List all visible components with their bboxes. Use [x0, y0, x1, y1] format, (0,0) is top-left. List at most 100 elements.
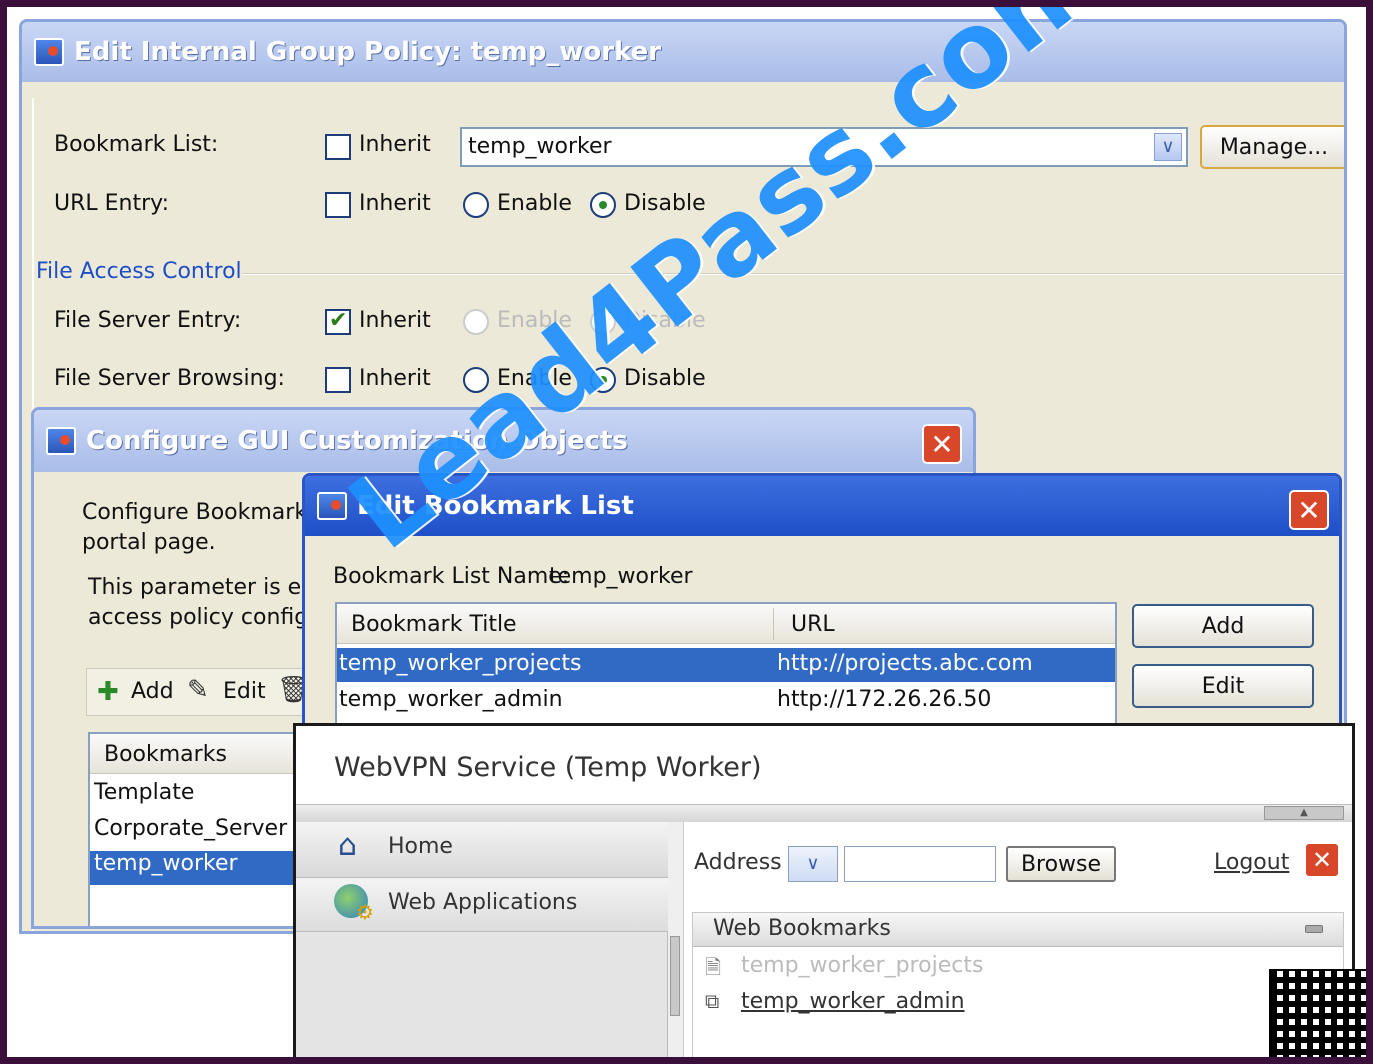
edit-bookmark-window: Edit Bookmark List ✕ Bookmark List Name:…: [302, 473, 1342, 728]
address-dropdown[interactable]: ∨: [788, 846, 838, 882]
gui-custom-desc-line1: Configure Bookmark L: [82, 500, 327, 525]
file-server-entry-enable-radio[interactable]: [463, 309, 489, 335]
url-entry-enable-label: Enable: [497, 191, 572, 216]
bookmark-table-row[interactable]: temp_worker_projects http://projects.abc…: [337, 648, 1115, 682]
web-bookmark-link[interactable]: temp_worker_projects: [741, 953, 983, 978]
screenshot-frame: Edit Internal Group Policy: temp_worker …: [0, 0, 1373, 1064]
file-server-browsing-enable-radio[interactable]: [463, 367, 489, 393]
col-url[interactable]: URL: [791, 612, 835, 637]
file-server-entry-enable-label: Enable: [497, 308, 572, 333]
edit-bookmark-title: Edit Bookmark List: [357, 491, 634, 521]
gui-custom-desc-line4: access policy configu: [88, 605, 323, 630]
web-bookmarks-header: Web Bookmarks: [693, 913, 1343, 947]
group-policy-titlebar[interactable]: Edit Internal Group Policy: temp_worker: [22, 22, 1344, 82]
nav-item-web-apps[interactable]: ⚙ Web Applications: [296, 878, 668, 932]
file-access-section-title: File Access Control: [36, 259, 242, 284]
add-icon[interactable]: ✚: [97, 677, 119, 707]
gui-custom-add-label[interactable]: Add: [131, 679, 174, 704]
col-divider: [773, 608, 774, 640]
gui-custom-toolbar: ✚ Add ✎ Edit 🗑: [86, 668, 316, 716]
gui-custom-titlebar[interactable]: Configure GUI Customization Objects: [34, 410, 973, 472]
gui-custom-title: Configure GUI Customization Objects: [86, 426, 628, 456]
url-entry-inherit-checkbox[interactable]: [325, 192, 351, 218]
bookmark-list-inherit-checkbox[interactable]: [325, 134, 351, 160]
bookmark-list-inherit-label: Inherit: [359, 132, 431, 157]
file-server-browsing-disable-radio[interactable]: [590, 367, 616, 393]
bookmark-list-value: temp_worker: [468, 134, 612, 159]
edit-bookmark-close-button[interactable]: ✕: [1289, 490, 1329, 530]
collapse-icon[interactable]: ▲: [1264, 806, 1344, 820]
url-entry-enable-radio[interactable]: [463, 192, 489, 218]
bookmark-table-row[interactable]: temp_worker_admin http://172.26.26.50: [337, 684, 1115, 718]
qr-code-image: [1269, 969, 1366, 1057]
app-icon: [317, 492, 347, 520]
nav-item-home[interactable]: ⌂ Home: [296, 822, 668, 878]
bookmark-name: temp_worker: [94, 851, 238, 876]
bookmark-list-name-label: Bookmark List Name:: [333, 564, 570, 589]
file-server-entry-disable-radio[interactable]: [590, 309, 616, 335]
chevron-down-icon[interactable]: ∨: [1154, 133, 1182, 161]
bookmark-name: Template: [94, 780, 195, 805]
webvpn-portal: WebVPN Service (Temp Worker) ▲ ⌂ Home ⚙ …: [293, 723, 1355, 1057]
gui-custom-close-button[interactable]: ✕: [922, 424, 962, 464]
edit-bookmark-add-button[interactable]: Add: [1132, 604, 1314, 648]
webvpn-nav: ⌂ Home ⚙ Web Applications: [296, 822, 668, 1057]
row-title: temp_worker_admin: [339, 687, 563, 712]
bookmark-list-select[interactable]: temp_worker ∨: [460, 127, 1188, 167]
gear-icon: ⚙: [356, 900, 374, 924]
group-policy-title: Edit Internal Group Policy: temp_worker: [74, 37, 662, 67]
bookmark-list-label: Bookmark List:: [54, 132, 219, 157]
file-server-entry-inherit-label: Inherit: [359, 308, 431, 333]
file-server-browsing-inherit-label: Inherit: [359, 366, 431, 391]
bookmarks-header-label: Bookmarks: [104, 742, 227, 767]
app-icon: [46, 427, 76, 455]
webvpn-title: WebVPN Service (Temp Worker): [334, 752, 762, 783]
edit-bookmark-edit-button[interactable]: Edit: [1132, 664, 1314, 708]
web-bookmark-item[interactable]: 🗎 temp_worker_projects: [705, 951, 1325, 983]
url-entry-inherit-label: Inherit: [359, 191, 431, 216]
address-label: Address: [694, 850, 782, 875]
manage-button[interactable]: Manage...: [1200, 125, 1344, 169]
bookmarks-list-header[interactable]: Bookmarks: [90, 734, 316, 774]
address-input[interactable]: [844, 846, 996, 882]
webvpn-title-divider: [296, 804, 1352, 822]
col-bookmark-title[interactable]: Bookmark Title: [351, 612, 517, 637]
bookmark-row-corporate[interactable]: Corporate_Server: [90, 816, 320, 850]
file-server-entry-inherit-checkbox[interactable]: [325, 308, 351, 335]
bookmark-row-temp-worker[interactable]: temp_worker: [90, 851, 320, 885]
gui-custom-edit-label[interactable]: Edit: [223, 679, 266, 704]
web-bookmark-item[interactable]: ⧉ temp_worker_admin: [705, 987, 1325, 1019]
file-server-browsing-label: File Server Browsing:: [54, 366, 285, 391]
nav-web-apps-label: Web Applications: [388, 890, 578, 915]
browse-button[interactable]: Browse: [1006, 846, 1116, 882]
gui-custom-desc-line2: portal page.: [82, 530, 216, 555]
file-server-browsing-inherit-checkbox[interactable]: [325, 367, 351, 393]
url-entry-disable-radio[interactable]: [590, 192, 616, 218]
bookmark-table: Bookmark Title URL temp_worker_projects …: [335, 602, 1117, 725]
row-url: http://projects.abc.com: [777, 651, 1033, 676]
section-divider: [242, 273, 1344, 275]
bookmark-file-icon: 🗎: [705, 955, 722, 979]
url-entry-disable-label: Disable: [624, 191, 706, 216]
web-bookmark-link[interactable]: temp_worker_admin: [741, 989, 965, 1014]
minimize-icon[interactable]: [1305, 925, 1323, 933]
gui-custom-desc-line3: This parameter is enf: [88, 575, 323, 600]
edit-bookmark-titlebar[interactable]: Edit Bookmark List: [305, 476, 1339, 536]
splitter-handle[interactable]: [670, 936, 680, 1016]
logout-link[interactable]: Logout: [1214, 850, 1289, 875]
bookmark-row-template[interactable]: Template: [90, 780, 320, 814]
app-icon: [34, 38, 64, 66]
logout-close-icon[interactable]: ✕: [1304, 842, 1340, 878]
file-server-entry-disable-label: Disable: [624, 308, 706, 333]
bookmark-list-name-value: temp_worker: [549, 564, 693, 589]
edit-icon[interactable]: ✎: [187, 675, 209, 705]
file-server-entry-label: File Server Entry:: [54, 308, 242, 333]
external-link-icon: ⧉: [705, 989, 720, 1013]
row-url: http://172.26.26.50: [777, 687, 992, 712]
bookmark-name: Corporate_Server: [94, 816, 288, 841]
bookmarks-list: Bookmarks Template Corporate_Server temp…: [88, 732, 320, 926]
bookmark-table-header: Bookmark Title URL: [337, 604, 1115, 644]
nav-home-label: Home: [388, 834, 453, 859]
home-icon: ⌂: [338, 828, 358, 863]
file-server-browsing-disable-label: Disable: [624, 366, 706, 391]
